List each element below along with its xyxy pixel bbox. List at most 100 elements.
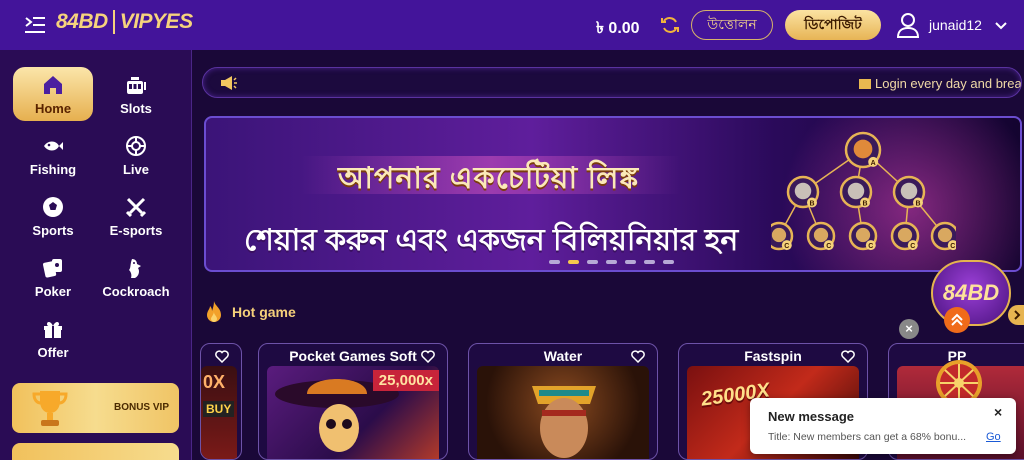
megaphone-icon — [221, 76, 237, 90]
sidebar-item-label: Cockroach — [102, 283, 170, 299]
tree-node-face — [855, 227, 871, 243]
carousel-dot[interactable] — [587, 260, 598, 264]
close-floating-badge-button[interactable]: × — [899, 319, 919, 339]
logo-vipyes: VIPYES — [119, 10, 193, 33]
sidebar: Home Slots Fishing Live Sports E-sports … — [0, 50, 192, 460]
tree-node-face — [847, 182, 865, 200]
home-icon — [44, 75, 62, 94]
new-message-toast[interactable]: New message Title: New members can get a… — [750, 398, 1016, 454]
tree-node-label: C — [784, 243, 789, 250]
toast-body: Title: New members can get a 68% bonu... — [768, 431, 967, 443]
withdraw-button[interactable]: উত্তোলন — [691, 10, 773, 40]
sidebar-item-poker[interactable]: Poker — [13, 250, 93, 304]
game-title: Water — [543, 348, 583, 364]
promo-banner[interactable]: আপনার একচেটিয়া লিঙ্ক শেয়ার করুন এবং এক… — [204, 116, 1022, 272]
fire-icon — [207, 301, 221, 322]
carousel-dot[interactable] — [644, 260, 655, 264]
user-avatar-icon[interactable] — [897, 12, 919, 38]
carousel-dot[interactable] — [663, 260, 674, 264]
double-chevron-up-icon — [951, 313, 963, 326]
sidebar-item-live[interactable]: Live — [96, 128, 176, 182]
roulette-icon — [126, 135, 146, 156]
top-header: 84BD VIPYES ৳ 0.00 উত্তোলন ডিপোজিট junai… — [0, 0, 1024, 50]
scroll-up-button[interactable] — [944, 307, 970, 333]
tree-node-face — [937, 227, 953, 243]
game-card[interactable]: Water — [468, 343, 658, 460]
tree-node-face — [813, 227, 829, 243]
hot-game-heading: Hot game — [204, 300, 296, 324]
sidebar-item-home[interactable]: Home — [13, 67, 93, 121]
tree-node-label: C — [826, 243, 831, 250]
cards-icon — [43, 258, 62, 277]
promo-card[interactable] — [12, 443, 179, 460]
tree-node-face — [900, 182, 918, 200]
hot-game-title: Hot game — [232, 304, 296, 320]
tree-node-label: B — [915, 201, 920, 208]
tree-node-face — [771, 227, 787, 243]
announcement-bar[interactable]: Login every day and brea — [202, 67, 1022, 98]
floating-brand-badge[interactable]: 84BD — [931, 260, 1011, 326]
game-card[interactable]: 0X BUY — [200, 343, 242, 460]
sidebar-item-fishing[interactable]: Fishing — [13, 128, 93, 182]
menu-toggle-icon[interactable] — [24, 16, 46, 34]
toast-go-link[interactable]: Go — [986, 431, 1001, 443]
sidebar-item-label: Offer — [37, 344, 69, 360]
soccer-ball-icon — [43, 196, 63, 217]
trophy-icon — [32, 391, 68, 426]
game-multiplier-badge: 0X — [203, 372, 226, 392]
tree-node-face — [897, 227, 913, 243]
toast-close-button[interactable]: × — [994, 404, 1002, 420]
tree-node-face — [794, 182, 812, 200]
sidebar-item-label: Slots — [120, 100, 152, 116]
game-multiplier-badge: 25,000x — [372, 370, 439, 391]
sidebar-item-label: Live — [122, 161, 149, 177]
brand-logo[interactable]: 84BD VIPYES — [56, 10, 193, 34]
banner-headline: আপনার একচেটিয়া লিঙ্ক — [338, 162, 640, 195]
sidebar-item-offer[interactable]: Offer — [13, 311, 93, 365]
game-thumbnail — [477, 366, 649, 459]
username-label[interactable]: junaid12 — [929, 17, 982, 33]
favorite-heart-icon[interactable] — [421, 350, 435, 363]
chevron-down-icon[interactable] — [995, 19, 1007, 31]
announcement-text-content: Login every day and brea — [875, 76, 1022, 91]
aztec-warrior-art — [532, 386, 596, 458]
referral-tree-graphic: A B B B C C C C C — [771, 131, 956, 251]
game-card[interactable]: Pocket Games Soft 25,000x — [258, 343, 448, 460]
refresh-balance-icon[interactable] — [660, 15, 680, 35]
toast-title: New message — [768, 409, 854, 424]
wallet-balance: ৳ 0.00 — [596, 20, 640, 37]
rooster-icon — [129, 258, 141, 278]
bonus-vip-card[interactable]: BONUS VIP — [12, 383, 179, 433]
slot-machine-icon — [127, 76, 146, 94]
favorite-heart-icon[interactable] — [215, 350, 229, 363]
game-title: Fastspin — [744, 348, 802, 364]
favorite-heart-icon[interactable] — [631, 350, 645, 363]
carousel-dot[interactable] — [568, 260, 579, 264]
sidebar-item-sports[interactable]: Sports — [13, 189, 93, 243]
sidebar-item-slots[interactable]: Slots — [96, 67, 176, 121]
announcement-text: Login every day and brea — [859, 76, 1022, 91]
tree-node-label: C — [950, 243, 955, 250]
app-root: 84BD VIPYES ৳ 0.00 উত্তোলন ডিপোজিট junai… — [0, 0, 1024, 460]
chevron-right-icon — [1014, 310, 1021, 320]
tree-node-label: B — [862, 201, 867, 208]
notice-icon — [859, 78, 871, 89]
sidebar-item-label: Poker — [34, 283, 72, 299]
sidebar-item-label: Fishing — [29, 161, 77, 177]
tree-node-label: A — [871, 160, 876, 167]
sidebar-item-cockroach[interactable]: Cockroach — [96, 250, 176, 304]
carousel-dot[interactable] — [625, 260, 636, 264]
sidebar-item-esports[interactable]: E-sports — [96, 189, 176, 243]
sidebar-item-label: E-sports — [109, 222, 163, 238]
deposit-button[interactable]: ডিপোজিট — [785, 10, 881, 40]
carousel-dot[interactable] — [549, 260, 560, 264]
favorite-heart-icon[interactable] — [841, 350, 855, 363]
tree-node-face — [853, 139, 873, 159]
scroll-right-tab[interactable] — [1008, 305, 1024, 325]
bonus-vip-label: BONUS VIP — [113, 402, 169, 413]
carousel-indicators — [549, 260, 674, 264]
tree-node-label: C — [910, 243, 915, 250]
swords-icon — [125, 197, 147, 217]
sidebar-item-label: Home — [34, 100, 72, 116]
carousel-dot[interactable] — [606, 260, 617, 264]
